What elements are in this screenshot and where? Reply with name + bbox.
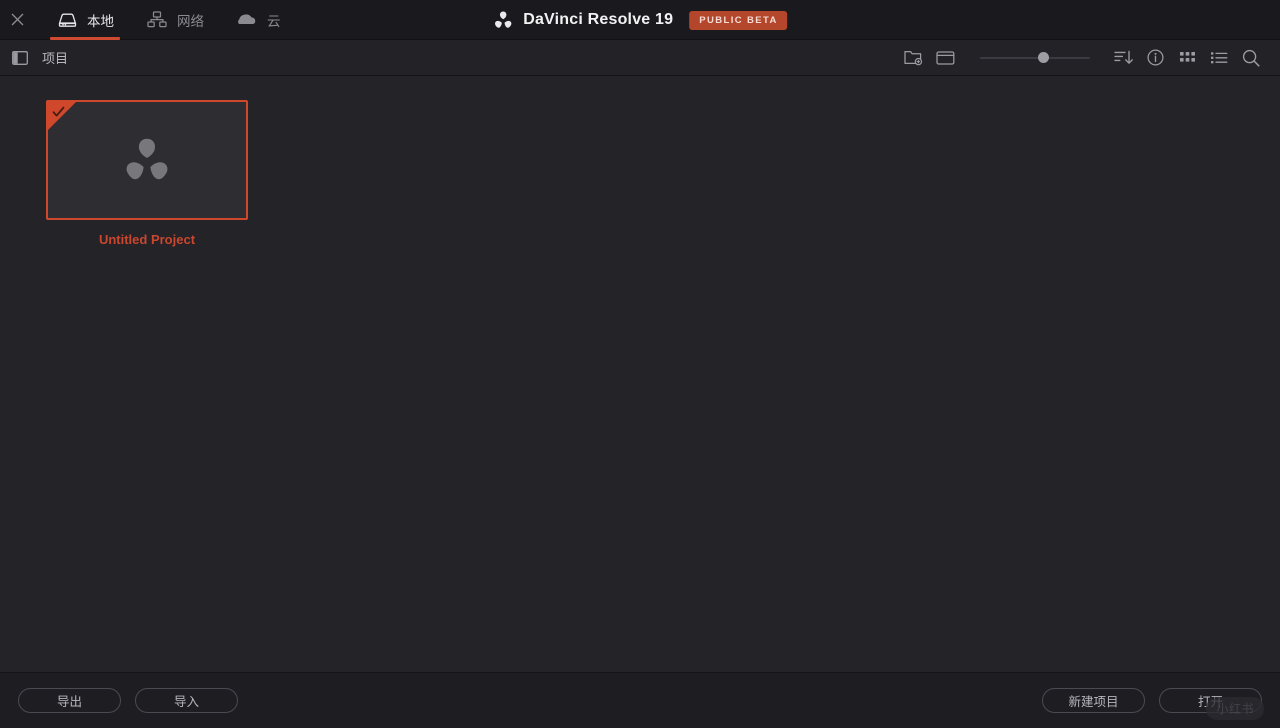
- tab-local-label: 本地: [87, 13, 114, 29]
- close-icon: [11, 13, 23, 26]
- hard-drive-icon: [56, 9, 78, 31]
- sidebar-toggle-icon: [12, 50, 28, 65]
- tab-local[interactable]: 本地: [40, 0, 130, 40]
- slider-track: [980, 56, 1090, 59]
- app-title: DaVinci Resolve 19: [523, 11, 674, 28]
- sort-descending-icon: [1113, 50, 1133, 64]
- search-icon: [1242, 49, 1260, 67]
- project-browser: Untitled Project: [0, 76, 1280, 672]
- check-icon: [52, 106, 65, 117]
- tab-network[interactable]: 网络: [130, 0, 220, 40]
- footer-right-actions: 新建项目 打开: [1042, 688, 1262, 713]
- list-view-icon: [1211, 52, 1228, 64]
- open-button[interactable]: 打开: [1159, 688, 1262, 713]
- window-header: 本地 网络 云 DaVinci Resolve 19 PUBLIC BETA: [0, 0, 1280, 40]
- new-window-button[interactable]: [930, 43, 960, 73]
- export-button[interactable]: 导出: [18, 688, 121, 713]
- footer-left-actions: 导出 导入: [18, 688, 238, 713]
- public-beta-badge: PUBLIC BETA: [689, 10, 787, 30]
- info-icon: [1146, 49, 1164, 66]
- project-grid: Untitled Project: [46, 100, 1280, 247]
- project-thumbnail[interactable]: [46, 100, 248, 220]
- location-tabs: 本地 网络 云: [40, 0, 297, 40]
- sort-button[interactable]: [1108, 43, 1138, 73]
- list-view-button[interactable]: [1204, 43, 1234, 73]
- new-project-button[interactable]: 新建项目: [1042, 688, 1145, 713]
- grid-view-icon: [1179, 52, 1195, 62]
- brand: DaVinci Resolve 19 PUBLIC BETA: [493, 0, 787, 40]
- thumbnail-size-slider[interactable]: [980, 48, 1090, 68]
- cloud-icon: [236, 9, 258, 31]
- info-button[interactable]: [1140, 43, 1170, 73]
- davinci-resolve-logo: [495, 11, 512, 28]
- import-button[interactable]: 导入: [135, 688, 238, 713]
- new-window-icon: [935, 50, 954, 65]
- davinci-resolve-logo: [126, 138, 168, 180]
- tab-cloud-label: 云: [267, 13, 281, 29]
- new-folder-button[interactable]: [898, 43, 928, 73]
- footer-bar: 导出 导入 新建项目 打开 小红书: [0, 672, 1280, 728]
- project-manager-window: 本地 网络 云 DaVinci Resolve 19 PUBLIC BETA 项…: [0, 0, 1280, 728]
- project-name-label: Untitled Project: [98, 232, 196, 247]
- tab-network-label: 网络: [177, 13, 204, 29]
- search-button[interactable]: [1236, 43, 1266, 73]
- page-title: 项目: [42, 51, 69, 66]
- project-card[interactable]: Untitled Project: [46, 100, 248, 247]
- slider-thumb[interactable]: [1038, 52, 1050, 63]
- network-icon: [146, 9, 168, 31]
- tab-cloud[interactable]: 云: [220, 0, 297, 40]
- project-toolbar: 项目: [0, 40, 1280, 76]
- new-folder-icon: [903, 50, 922, 66]
- sidebar-toggle-button[interactable]: [8, 46, 32, 70]
- close-button[interactable]: [0, 0, 34, 40]
- grid-view-button[interactable]: [1172, 43, 1202, 73]
